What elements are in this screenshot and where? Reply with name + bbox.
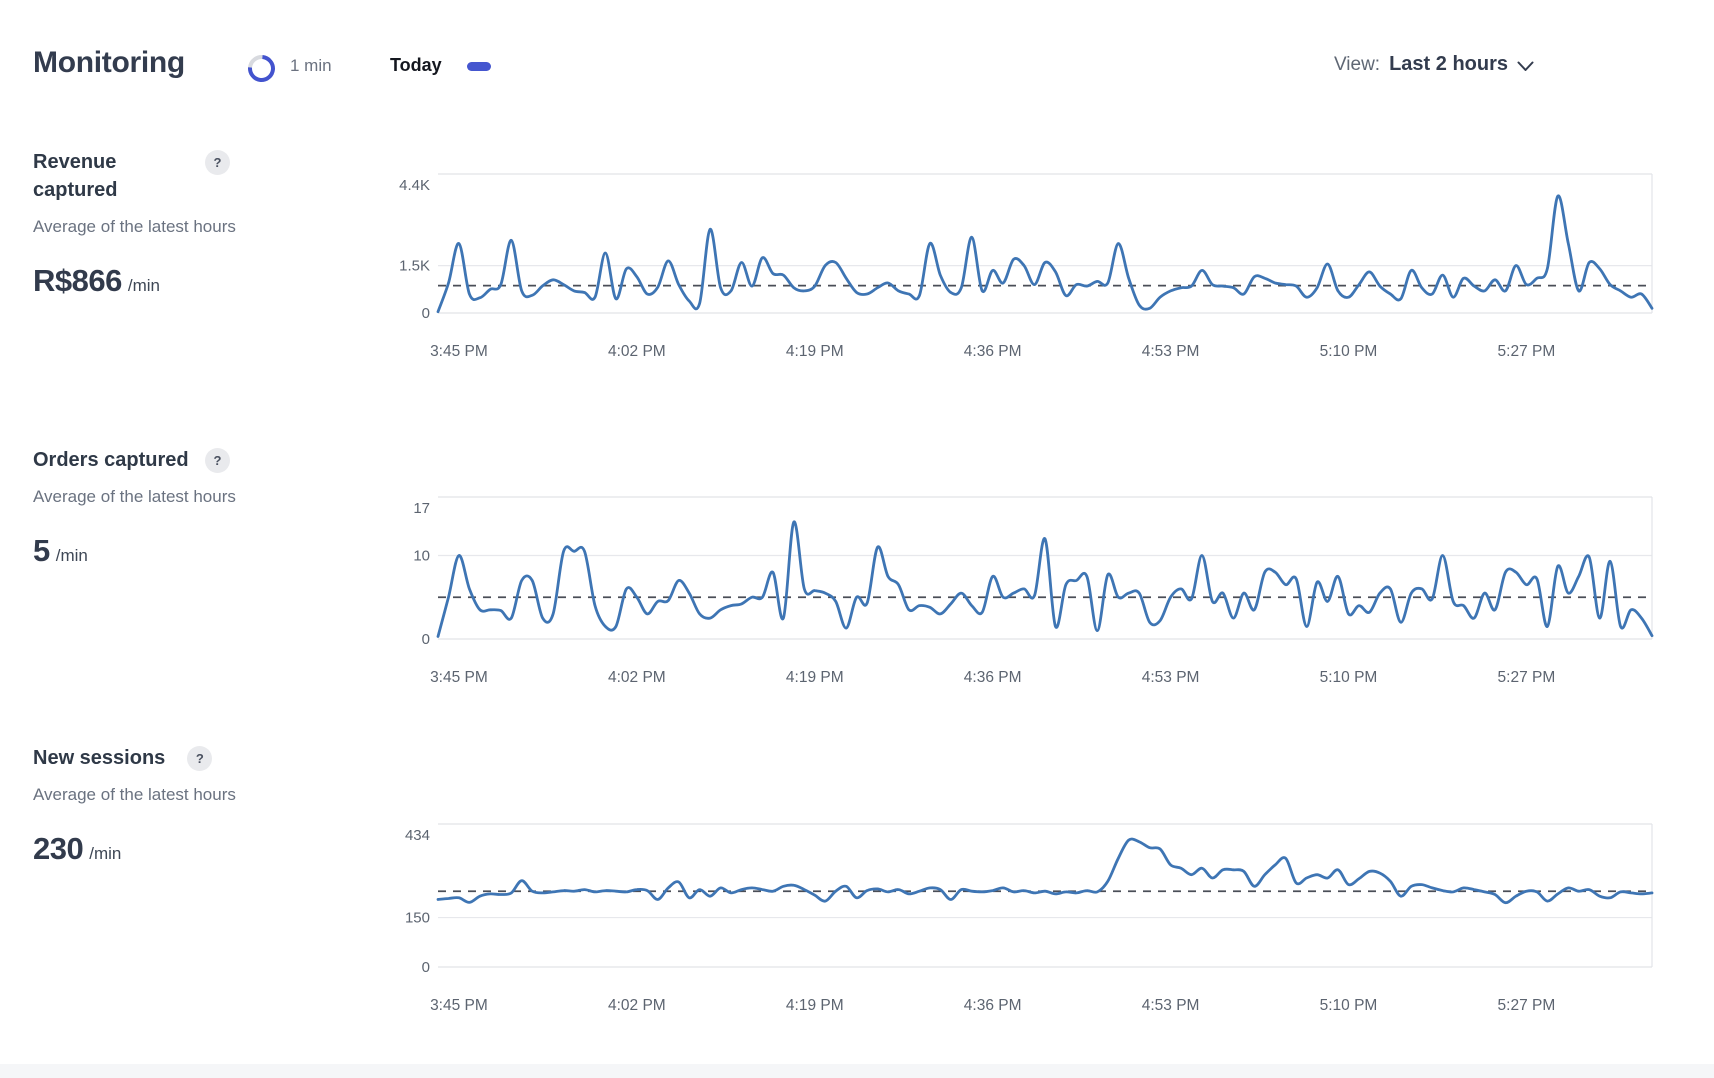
metric-unit: /min xyxy=(56,546,88,566)
today-active-indicator xyxy=(467,62,491,71)
new-sessions-chart: 0 150 434 3:45 PM 4:02 PM 4:19 PM 4:36 PM 4:53 … xyxy=(356,804,1676,1034)
y-tick-label: 10 xyxy=(413,547,430,564)
metric-title: New sessions xyxy=(33,744,165,772)
x-tick-label: 5:27 PM xyxy=(1498,669,1556,686)
x-tick-label: 5:10 PM xyxy=(1320,669,1378,686)
x-tick-label: 4:36 PM xyxy=(964,343,1022,360)
y-tick-label: 0 xyxy=(422,959,430,976)
x-tick-label: 5:27 PM xyxy=(1498,997,1556,1014)
metric-subtitle: Average of the latest hours xyxy=(33,780,243,809)
revenue-captured-chart: 0 1.5K 4.4K 3:45 PM 4:02 PM 4:19 PM 4:36 PM 4:5… xyxy=(356,154,1676,379)
metric-unit: /min xyxy=(89,844,121,864)
view-range-dropdown[interactable]: View: Last 2 hours xyxy=(1334,53,1534,76)
x-tick-label: 4:36 PM xyxy=(964,669,1022,686)
x-tick-label: 5:10 PM xyxy=(1320,997,1378,1014)
metric-subtitle: Average of the latest hours xyxy=(33,212,243,241)
y-tick-label: 0 xyxy=(422,305,430,322)
y-tick-label: 0 xyxy=(422,631,430,648)
y-tick-label: 150 xyxy=(405,910,430,927)
x-tick-label: 4:02 PM xyxy=(608,343,666,360)
x-tick-label: 4:53 PM xyxy=(1142,997,1200,1014)
x-tick-label: 3:45 PM xyxy=(430,669,488,686)
x-tick-label: 4:36 PM xyxy=(964,997,1022,1014)
metric-value: 230 xyxy=(33,831,83,867)
refresh-spinner-icon xyxy=(242,49,280,87)
x-tick-label: 4:19 PM xyxy=(786,343,844,360)
x-tick-label: 4:53 PM xyxy=(1142,343,1200,360)
metric-title: Orders captured xyxy=(33,446,205,474)
metric-orders-captured: Orders captured ? Average of the latest … xyxy=(33,446,343,569)
metric-revenue-captured: Revenue captured ? Average of the latest… xyxy=(33,148,343,299)
y-tick-label: 4.4K xyxy=(399,177,430,194)
x-tick-label: 4:19 PM xyxy=(786,669,844,686)
series-line xyxy=(438,839,1652,903)
x-tick-label: 3:45 PM xyxy=(430,343,488,360)
metric-unit: /min xyxy=(128,276,160,296)
x-tick-label: 4:53 PM xyxy=(1142,669,1200,686)
help-icon[interactable]: ? xyxy=(187,746,212,771)
series-line xyxy=(438,522,1652,637)
refresh-interval-label: 1 min xyxy=(290,56,332,76)
metric-new-sessions: New sessions ? Average of the latest hou… xyxy=(33,744,343,867)
tab-today[interactable]: Today xyxy=(390,55,442,76)
metric-title: Revenue captured xyxy=(33,148,205,204)
page-header: Monitoring 1 min Today View: Last 2 hour… xyxy=(0,0,1714,100)
orders-captured-chart: 0 10 17 3:45 PM 4:02 PM 4:19 PM 4:36 PM 4:53 PM… xyxy=(356,477,1676,705)
x-tick-label: 5:10 PM xyxy=(1320,343,1378,360)
y-tick-label: 1.5K xyxy=(399,258,430,275)
x-tick-label: 4:02 PM xyxy=(608,997,666,1014)
metric-value: R$866 xyxy=(33,263,122,299)
metric-value: 5 xyxy=(33,533,50,569)
x-tick-label: 4:19 PM xyxy=(786,997,844,1014)
series-line xyxy=(438,196,1652,312)
page-bottom-edge xyxy=(0,1064,1714,1078)
view-label: View: xyxy=(1334,54,1380,76)
monitoring-page: Monitoring 1 min Today View: Last 2 hour… xyxy=(0,0,1714,1078)
metric-subtitle: Average of the latest hours xyxy=(33,482,243,511)
x-tick-label: 3:45 PM xyxy=(430,997,488,1014)
help-icon[interactable]: ? xyxy=(205,448,230,473)
x-tick-label: 4:02 PM xyxy=(608,669,666,686)
chevron-down-icon xyxy=(1517,61,1534,72)
y-tick-label: 17 xyxy=(413,500,430,517)
help-icon[interactable]: ? xyxy=(205,150,230,175)
y-tick-label: 434 xyxy=(405,827,430,844)
x-tick-label: 5:27 PM xyxy=(1498,343,1556,360)
page-title: Monitoring xyxy=(33,46,185,80)
view-selected-value: Last 2 hours xyxy=(1389,53,1508,76)
